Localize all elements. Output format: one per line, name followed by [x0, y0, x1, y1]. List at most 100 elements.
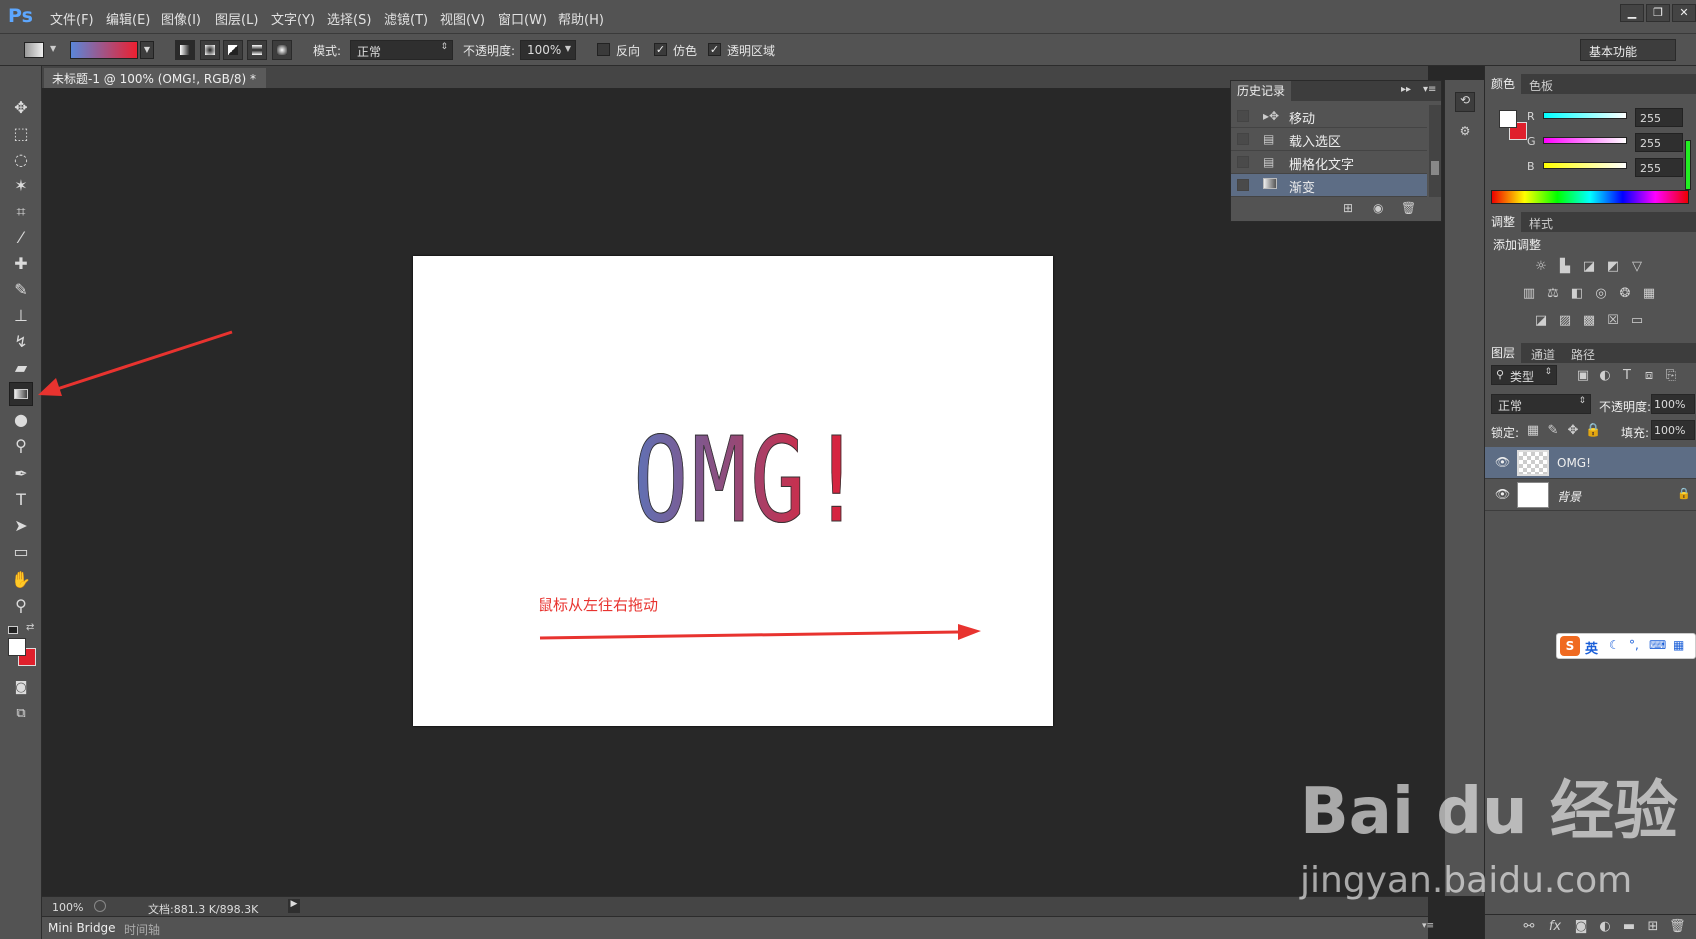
minimize-button[interactable]: ▁	[1620, 4, 1644, 22]
screen-mode-icon[interactable]: ⧉	[9, 702, 33, 726]
history-dock-icon[interactable]: ⟲	[1455, 92, 1475, 112]
filter-pixel-icon[interactable]: ▣	[1575, 369, 1591, 383]
tab-layers[interactable]: 图层	[1485, 343, 1522, 363]
panel-menu-icon[interactable]: ▾≡	[1422, 921, 1434, 931]
layer-name[interactable]: 背景	[1557, 488, 1581, 505]
menu-edit[interactable]: 编辑(E)	[106, 9, 150, 28]
snapshot-checkbox[interactable]	[1237, 156, 1249, 168]
lock-all-icon[interactable]: 🔒	[1585, 424, 1601, 438]
opacity-input[interactable]: 100% ▼	[520, 40, 576, 60]
foreground-color-swatch[interactable]	[8, 638, 26, 656]
filter-shape-icon[interactable]: ⧈	[1641, 369, 1657, 383]
filter-type-icon[interactable]: T	[1619, 369, 1635, 383]
pen-tool-icon[interactable]: ✒	[9, 462, 33, 486]
default-colors-icon[interactable]	[8, 626, 18, 634]
camera-icon[interactable]: ◉	[1373, 201, 1383, 215]
lock-position-icon[interactable]: ✥	[1565, 424, 1581, 438]
tab-channels[interactable]: 通道	[1531, 346, 1555, 363]
filter-smart-object-icon[interactable]: ⎘	[1663, 369, 1679, 383]
tab-timeline[interactable]: 时间轴	[124, 921, 160, 938]
export-icon[interactable]	[94, 900, 106, 912]
menu-view[interactable]: 视图(V)	[440, 9, 485, 28]
grid-icon[interactable]: ▦	[1673, 638, 1684, 652]
layer-filter-select[interactable]: ⚲ 类型 ⇕	[1491, 365, 1557, 385]
layer-row[interactable]: 👁 背景 🔒	[1485, 479, 1696, 511]
channel-mixer-icon[interactable]: ❂	[1617, 287, 1633, 301]
invert-icon[interactable]: ◪	[1533, 314, 1549, 328]
gradient-picker[interactable]	[70, 41, 138, 59]
foreground-color-swatch[interactable]	[1499, 110, 1517, 128]
eye-icon[interactable]: 👁	[1495, 487, 1510, 501]
folder-icon[interactable]: ▬	[1621, 920, 1637, 934]
panel-menu-icon[interactable]: ▾≡	[1423, 84, 1436, 95]
menu-image[interactable]: 图像(I)	[161, 9, 201, 28]
threshold-icon[interactable]: ▩	[1581, 314, 1597, 328]
linear-gradient-button[interactable]	[175, 40, 195, 60]
lock-transparent-icon[interactable]: ▦	[1525, 424, 1541, 438]
blue-value-input[interactable]: 255	[1635, 158, 1683, 177]
reflected-gradient-button[interactable]	[247, 40, 267, 60]
fx-icon[interactable]: fx	[1547, 920, 1563, 934]
black-white-icon[interactable]: ◧	[1569, 287, 1585, 301]
keyboard-icon[interactable]: ⌨	[1649, 638, 1666, 652]
healing-brush-tool-icon[interactable]: ✚	[9, 252, 33, 276]
properties-dock-icon[interactable]: ⚙	[1455, 124, 1475, 144]
history-item[interactable]: ▤ 栅格化文字	[1231, 151, 1427, 174]
magic-wand-tool-icon[interactable]: ✶	[9, 174, 33, 198]
new-layer-icon[interactable]: ⊞	[1645, 920, 1661, 934]
tab-styles[interactable]: 样式	[1529, 215, 1553, 232]
photo-filter-icon[interactable]: ◎	[1593, 287, 1609, 301]
color-balance-icon[interactable]: ⚖	[1545, 287, 1561, 301]
blue-slider[interactable]	[1543, 162, 1627, 169]
tab-color[interactable]: 颜色	[1485, 74, 1522, 94]
document-canvas[interactable]: OMG! 鼠标从左往右拖动	[413, 256, 1053, 726]
tab-adjustments[interactable]: 调整	[1485, 212, 1522, 232]
history-item[interactable]: ▤ 载入选区	[1231, 128, 1427, 151]
mask-icon[interactable]: ◙	[1573, 920, 1589, 934]
path-selection-tool-icon[interactable]: ➤	[9, 514, 33, 538]
chevron-down-icon[interactable]: ▼	[565, 44, 571, 53]
layer-row[interactable]: 👁 OMG!	[1485, 447, 1696, 479]
history-item[interactable]: ▸✥ 移动	[1231, 105, 1427, 128]
fill-input[interactable]: 100%	[1651, 420, 1695, 440]
trash-icon[interactable]: 🗑	[1669, 920, 1686, 934]
swap-colors-icon[interactable]: ⇄	[26, 622, 34, 633]
rectangle-tool-icon[interactable]: ▭	[9, 540, 33, 564]
restore-button[interactable]: ❐	[1646, 4, 1670, 22]
tab-swatches[interactable]: 色板	[1529, 77, 1553, 94]
filter-adjustment-icon[interactable]: ◐	[1597, 369, 1613, 383]
zoom-tool-icon[interactable]: ⚲	[9, 594, 33, 618]
menu-window[interactable]: 窗口(W)	[498, 9, 547, 28]
history-scrollbar[interactable]	[1429, 105, 1441, 197]
eye-icon[interactable]: 👁	[1495, 455, 1510, 469]
hand-tool-icon[interactable]: ✋	[9, 568, 33, 592]
transparency-checkbox[interactable]: ✓	[708, 43, 721, 56]
workspace-switcher[interactable]: 基本功能	[1580, 39, 1676, 61]
snapshot-checkbox[interactable]	[1237, 133, 1249, 145]
lasso-tool-icon[interactable]: ◌	[9, 148, 33, 172]
link-icon[interactable]: ⚯	[1521, 920, 1537, 934]
status-menu-arrow-icon[interactable]: ▶	[288, 899, 300, 913]
punctuation-icon[interactable]: °,	[1629, 638, 1639, 652]
move-tool-icon[interactable]: ✥	[9, 96, 33, 120]
exposure-icon[interactable]: ◩	[1605, 260, 1621, 274]
angle-gradient-button[interactable]	[223, 40, 243, 60]
brightness-icon[interactable]: ☼	[1533, 260, 1549, 274]
snapshot-checkbox[interactable]	[1237, 110, 1249, 122]
quick-mask-icon[interactable]: ◙	[9, 676, 33, 700]
menu-type[interactable]: 文字(Y)	[271, 9, 315, 28]
trash-icon[interactable]: 🗑	[1401, 201, 1416, 215]
curves-icon[interactable]: ◪	[1581, 260, 1597, 274]
crop-tool-icon[interactable]: ⌗	[9, 200, 33, 224]
tab-history[interactable]: 历史记录	[1231, 81, 1292, 101]
red-value-input[interactable]: 255	[1635, 108, 1683, 127]
document-tab[interactable]: 未标题-1 @ 100% (OMG!, RGB/8) * ×	[44, 68, 266, 101]
ime-toolbar[interactable]: S 英 ☾ °, ⌨ ▦	[1556, 633, 1696, 659]
blend-mode-select[interactable]: 正常 ⇕	[350, 40, 453, 60]
color-lookup-icon[interactable]: ▦	[1641, 287, 1657, 301]
hue-saturation-icon[interactable]: ▥	[1521, 287, 1537, 301]
menu-file[interactable]: 文件(F)	[50, 9, 94, 28]
marquee-tool-icon[interactable]: ⬚	[9, 122, 33, 146]
levels-icon[interactable]: ▙	[1557, 260, 1573, 274]
ime-lang[interactable]: 英	[1585, 638, 1598, 657]
